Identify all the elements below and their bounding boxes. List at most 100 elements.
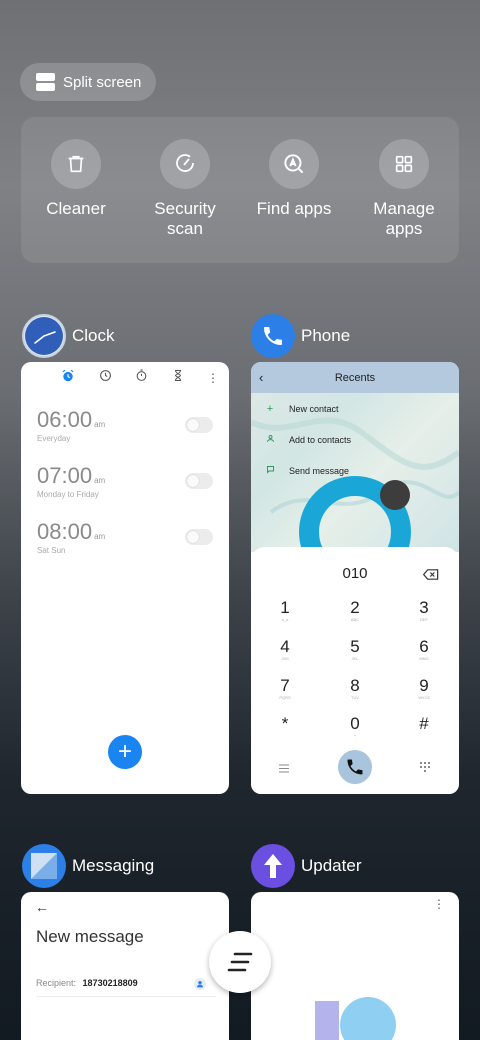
key-digit: 1 <box>280 598 290 617</box>
alarm-toggle[interactable] <box>185 473 213 489</box>
key-letters: + <box>353 733 357 738</box>
key-letters: o_o <box>281 617 289 622</box>
dial-key-2[interactable]: 2 ABC <box>335 598 375 623</box>
dial-key-1[interactable]: 1 o_o <box>265 598 305 623</box>
clock-app-card[interactable]: ⋮ 06:00 am Everyday 07:00 am Monday to Fri… <box>21 362 229 794</box>
clock-app-header[interactable]: Clock <box>22 314 115 358</box>
key-digit: 3 <box>419 598 429 617</box>
recipient-row[interactable]: Recipient: 18730218809 <box>36 978 138 988</box>
key-digit: 6 <box>419 637 429 656</box>
dial-key-4[interactable]: 4 GHI <box>265 637 305 662</box>
dial-key-hash[interactable]: # <box>404 715 444 733</box>
updater-app-card[interactable]: ⋮ <box>251 892 459 1040</box>
more-options-icon[interactable]: ⋮ <box>207 372 219 384</box>
messaging-app-header[interactable]: Messaging <box>22 844 154 888</box>
more-options-icon[interactable]: ⋮ <box>433 897 445 911</box>
alarm-time: 06:00 <box>37 407 93 432</box>
world-clock-tab-icon[interactable] <box>99 369 112 387</box>
grid-icon <box>379 139 429 189</box>
quick-tools-panel: Cleaner Security scan Find apps Manage a… <box>21 117 459 263</box>
alarm-ampm: am <box>94 476 106 485</box>
phone-app-header[interactable]: Phone <box>251 314 350 358</box>
dial-key-5[interactable]: 5 JKL <box>335 637 375 662</box>
manage-apps-label-line2: apps <box>385 219 423 238</box>
alarm-toggle[interactable] <box>185 417 213 433</box>
key-digit: 0 <box>350 714 360 733</box>
dial-key-3[interactable]: 3 DEF <box>404 598 444 623</box>
alarm-tab-icon[interactable] <box>61 369 75 388</box>
dial-key-8[interactable]: 8 TUV <box>335 676 375 701</box>
messaging-app-icon <box>22 844 66 888</box>
new-contact-row[interactable]: + New contact <box>265 403 339 415</box>
split-screen-button[interactable]: Split screen <box>20 63 156 101</box>
back-arrow-icon[interactable]: ← <box>35 899 49 915</box>
chat-bubble-icon <box>265 465 275 477</box>
recipient-value: 18730218809 <box>82 978 138 988</box>
menu-lines-icon[interactable] <box>279 760 289 778</box>
call-button[interactable] <box>338 750 372 784</box>
dial-key-9[interactable]: 9 WXYZ <box>404 677 444 701</box>
send-message-row[interactable]: Send message <box>265 465 349 477</box>
dialpad-toggle-icon[interactable] <box>420 759 430 777</box>
key-letters: JKL <box>351 656 359 661</box>
key-digit: 2 <box>350 598 360 617</box>
security-scan-label-line1: Security <box>154 199 216 218</box>
find-apps-label: Find apps <box>256 199 332 218</box>
key-digit: 4 <box>280 637 290 656</box>
key-letters: MNO <box>419 656 429 661</box>
split-screen-label: Split screen <box>63 73 142 91</box>
phone-call-icon <box>347 759 363 775</box>
alarm-item[interactable]: 06:00 am Everyday <box>37 407 105 443</box>
alarm-item[interactable]: 08:00 am Sat Sun <box>37 519 105 555</box>
key-letters: DEF <box>420 617 428 622</box>
find-apps-icon <box>269 139 319 189</box>
dial-key-0[interactable]: 0 + <box>335 714 375 739</box>
alarm-days: Everyday <box>37 434 71 443</box>
alarm-time: 08:00 <box>37 519 93 544</box>
manage-apps-button[interactable]: Manage apps <box>349 139 459 239</box>
alarm-time: 07:00 <box>37 463 93 488</box>
find-apps-button[interactable]: Find apps <box>239 139 349 219</box>
phone-app-name: Phone <box>301 326 351 345</box>
cleaner-label: Cleaner <box>46 199 106 218</box>
plus-icon: + <box>266 403 274 415</box>
dial-key-7[interactable]: 7 PQRS <box>265 677 305 701</box>
new-contact-label: New contact <box>289 404 339 414</box>
alarm-item[interactable]: 07:00 am Monday to Friday <box>37 463 105 499</box>
dial-key-star[interactable]: * <box>265 715 305 733</box>
stopwatch-tab-icon[interactable] <box>135 369 148 387</box>
add-to-contacts-row[interactable]: Add to contacts <box>265 434 351 446</box>
backspace-icon[interactable] <box>422 567 439 585</box>
clock-app-name: Clock <box>72 326 115 345</box>
alarm-days: Sat Sun <box>37 546 66 555</box>
key-digit: * <box>281 714 289 733</box>
alarm-toggle[interactable] <box>185 529 213 545</box>
cleaner-button[interactable]: Cleaner <box>21 139 131 219</box>
divider <box>36 996 216 997</box>
phone-app-card[interactable]: ‹ Recents + New contact Add to contacts … <box>251 362 459 794</box>
key-digit: 5 <box>350 637 360 656</box>
key-letters: WXYZ <box>418 695 430 700</box>
dial-key-6[interactable]: 6 MNO <box>404 637 444 662</box>
person-icon <box>265 434 275 446</box>
key-digit: 8 <box>350 676 360 695</box>
recents-background: ‹ Recents + New contact Add to contacts … <box>251 362 459 552</box>
phone-app-icon <box>251 314 295 358</box>
messaging-app-card[interactable]: ← New message Recipient: 18730218809 <box>21 892 229 1040</box>
updater-app-icon <box>251 844 295 888</box>
timer-tab-icon[interactable] <box>172 369 184 387</box>
split-screen-icon <box>36 73 55 91</box>
recipient-label: Recipient: <box>36 978 77 988</box>
updater-app-header[interactable]: Updater <box>251 844 361 888</box>
clock-tab-bar: ⋮ <box>61 369 219 388</box>
clock-app-icon <box>22 314 66 358</box>
add-alarm-button[interactable]: + <box>108 735 142 769</box>
alarm-days: Monday to Friday <box>37 490 99 499</box>
contact-picker-icon[interactable] <box>194 978 206 990</box>
security-scan-button[interactable]: Security scan <box>130 139 240 239</box>
key-letters: PQRS <box>279 695 291 700</box>
security-scan-icon <box>160 139 210 189</box>
messaging-app-name: Messaging <box>72 856 155 875</box>
clear-all-button[interactable] <box>209 931 271 993</box>
new-message-title: New message <box>36 927 144 946</box>
